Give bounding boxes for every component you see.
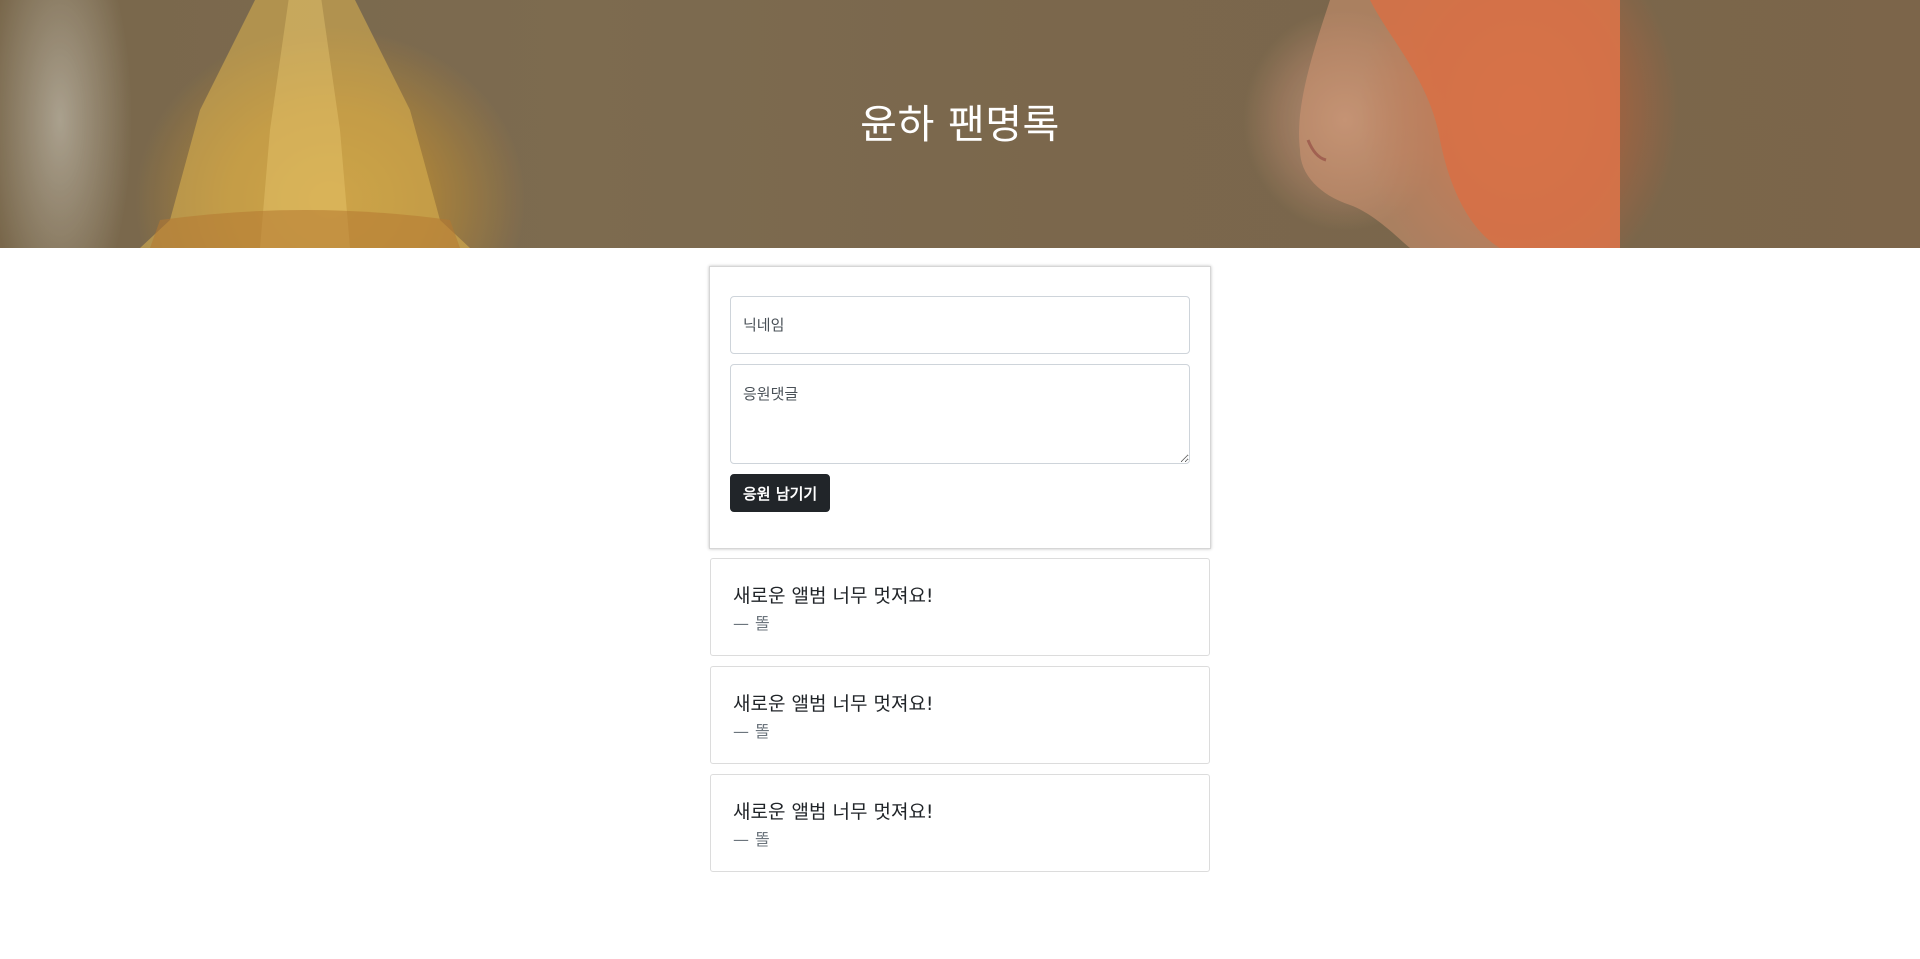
comment-author: 똘 [755,722,770,741]
comment-dash: — [733,830,749,849]
comment-dash: — [733,614,749,633]
comment-text: 새로운 앨범 너무 멋져요! [733,801,934,823]
guestbook-main: 응원 남기기 새로운 앨범 너무 멋져요! —똘 새로운 앨범 너무 멋져요! … [709,266,1211,872]
comment-card: 새로운 앨범 너무 멋져요! — 똘 [710,666,1210,764]
comment-card: 새로운 앨범 너무 멋져요! — 똘 [710,774,1210,872]
comment-list: 새로운 앨범 너무 멋져요! — 똘 새로운 앨범 너무 멋져요! — 똘 새로운 … [709,558,1211,872]
comment-text: 새로운 앨범 너무 멋져요! [733,693,934,715]
submit-comment-button[interactable]: 응원 남기기 [730,474,831,512]
page-title: 윤하 팬명록 [860,102,1060,148]
comment-author: 똘 [755,614,770,633]
comment-dash: — [733,722,749,741]
comment-text: 새로운 앨범 너무 멋져요! [733,585,934,607]
comment-card: 새로운 앨범 너무 멋져요! — 똘 [710,558,1210,656]
comment-author: 똘 [755,830,770,849]
comment-textarea[interactable] [730,364,1190,464]
header-banner: 윤하 팬명록 [0,0,1920,248]
comment-footer: — 똘 [733,721,1187,743]
comment-form: 응원 남기기 [709,266,1211,549]
comment-footer: — 똘 [733,829,1187,851]
nickname-input[interactable] [730,296,1190,354]
comment-footer: — 똘 [733,613,1187,635]
